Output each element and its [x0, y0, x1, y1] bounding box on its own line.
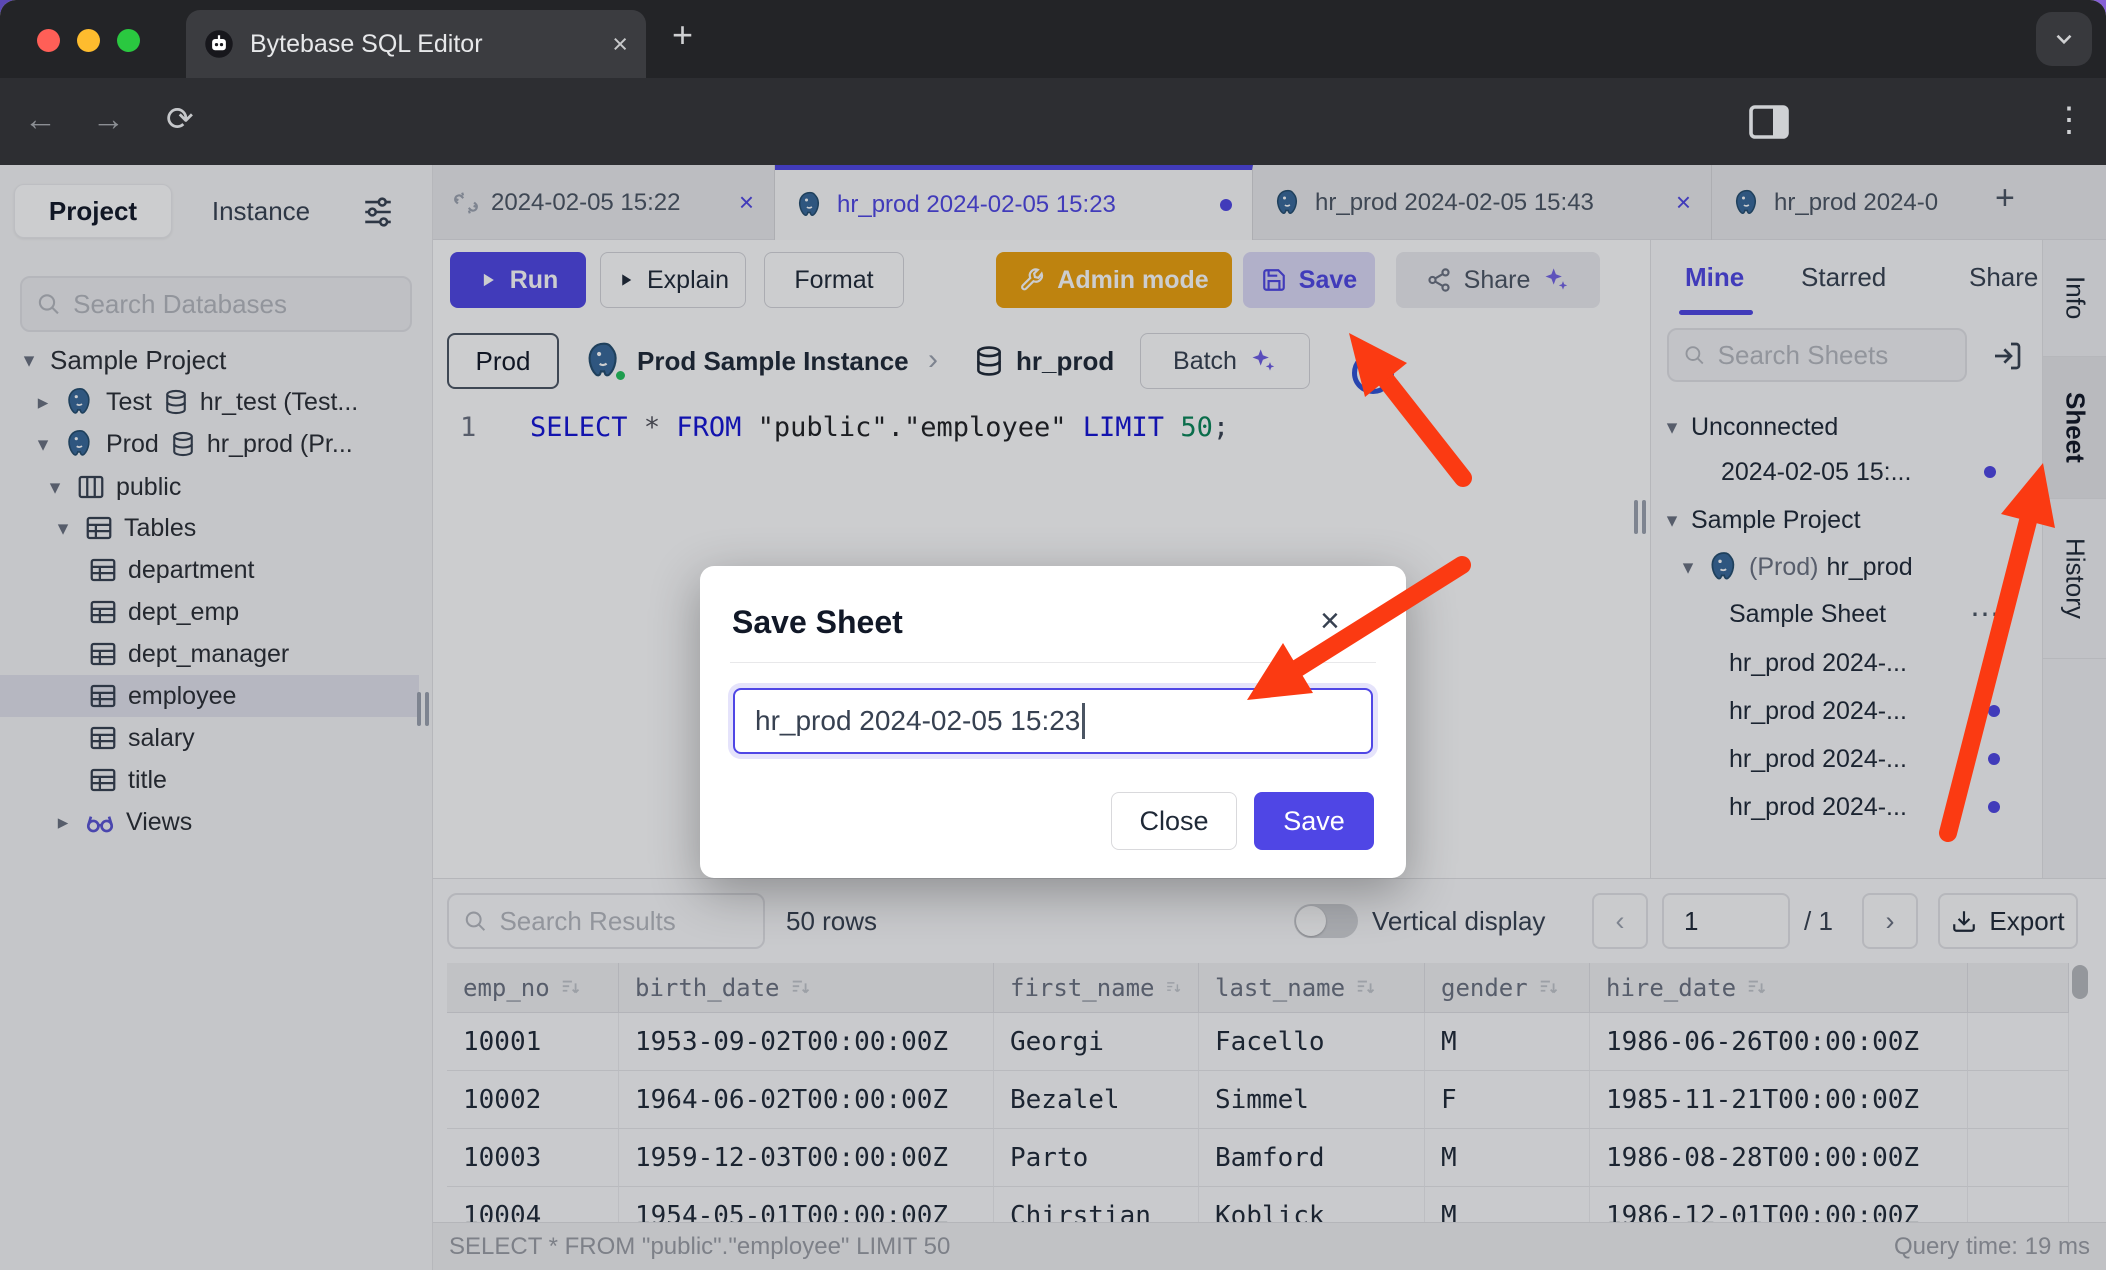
sql-editor-app: Project Instance ▾ Sample Project ▸ Test… [0, 165, 2106, 1270]
browser-tab-title: Bytebase SQL Editor [250, 30, 596, 59]
sheet-name-value: hr_prod 2024-02-05 15:23 [755, 705, 1080, 737]
text-cursor [1082, 703, 1085, 739]
window-close-button[interactable] [37, 29, 60, 52]
browser-titlebar: Bytebase SQL Editor × + [0, 0, 2106, 78]
modal-title: Save Sheet [732, 604, 903, 641]
modal-close-icon[interactable]: × [1320, 602, 1340, 641]
new-tab-button[interactable]: + [672, 14, 693, 56]
bytebase-favicon-icon [204, 29, 234, 59]
browser-window: Bytebase SQL Editor × + ← → ⟳ localhost:… [0, 0, 2106, 1270]
forward-button[interactable]: → [92, 100, 125, 138]
browser-tab[interactable]: Bytebase SQL Editor × [186, 10, 646, 78]
sheet-name-input[interactable]: hr_prod 2024-02-05 15:23 [733, 688, 1373, 754]
reload-button[interactable]: ⟳ [166, 99, 194, 138]
save-sheet-modal: Save Sheet × hr_prod 2024-02-05 15:23 Cl… [700, 566, 1406, 878]
side-panel-icon[interactable] [1745, 97, 1793, 145]
modal-close-button[interactable]: Close [1111, 792, 1237, 850]
tab-search-button[interactable] [2036, 12, 2092, 66]
back-button[interactable]: ← [24, 100, 57, 138]
tab-close-icon[interactable]: × [612, 29, 628, 60]
modal-divider [730, 662, 1376, 663]
window-minimize-button[interactable] [77, 29, 100, 52]
browser-menu-button[interactable]: ⋮ [2052, 100, 2086, 140]
modal-save-button[interactable]: Save [1254, 792, 1374, 850]
window-zoom-button[interactable] [117, 29, 140, 52]
screen: Bytebase SQL Editor × + ← → ⟳ localhost:… [0, 0, 2106, 1270]
chevron-down-icon [2051, 26, 2077, 52]
browser-url-row: ← → ⟳ localhost:8080/sql-editor/prod-sam… [0, 78, 2106, 165]
